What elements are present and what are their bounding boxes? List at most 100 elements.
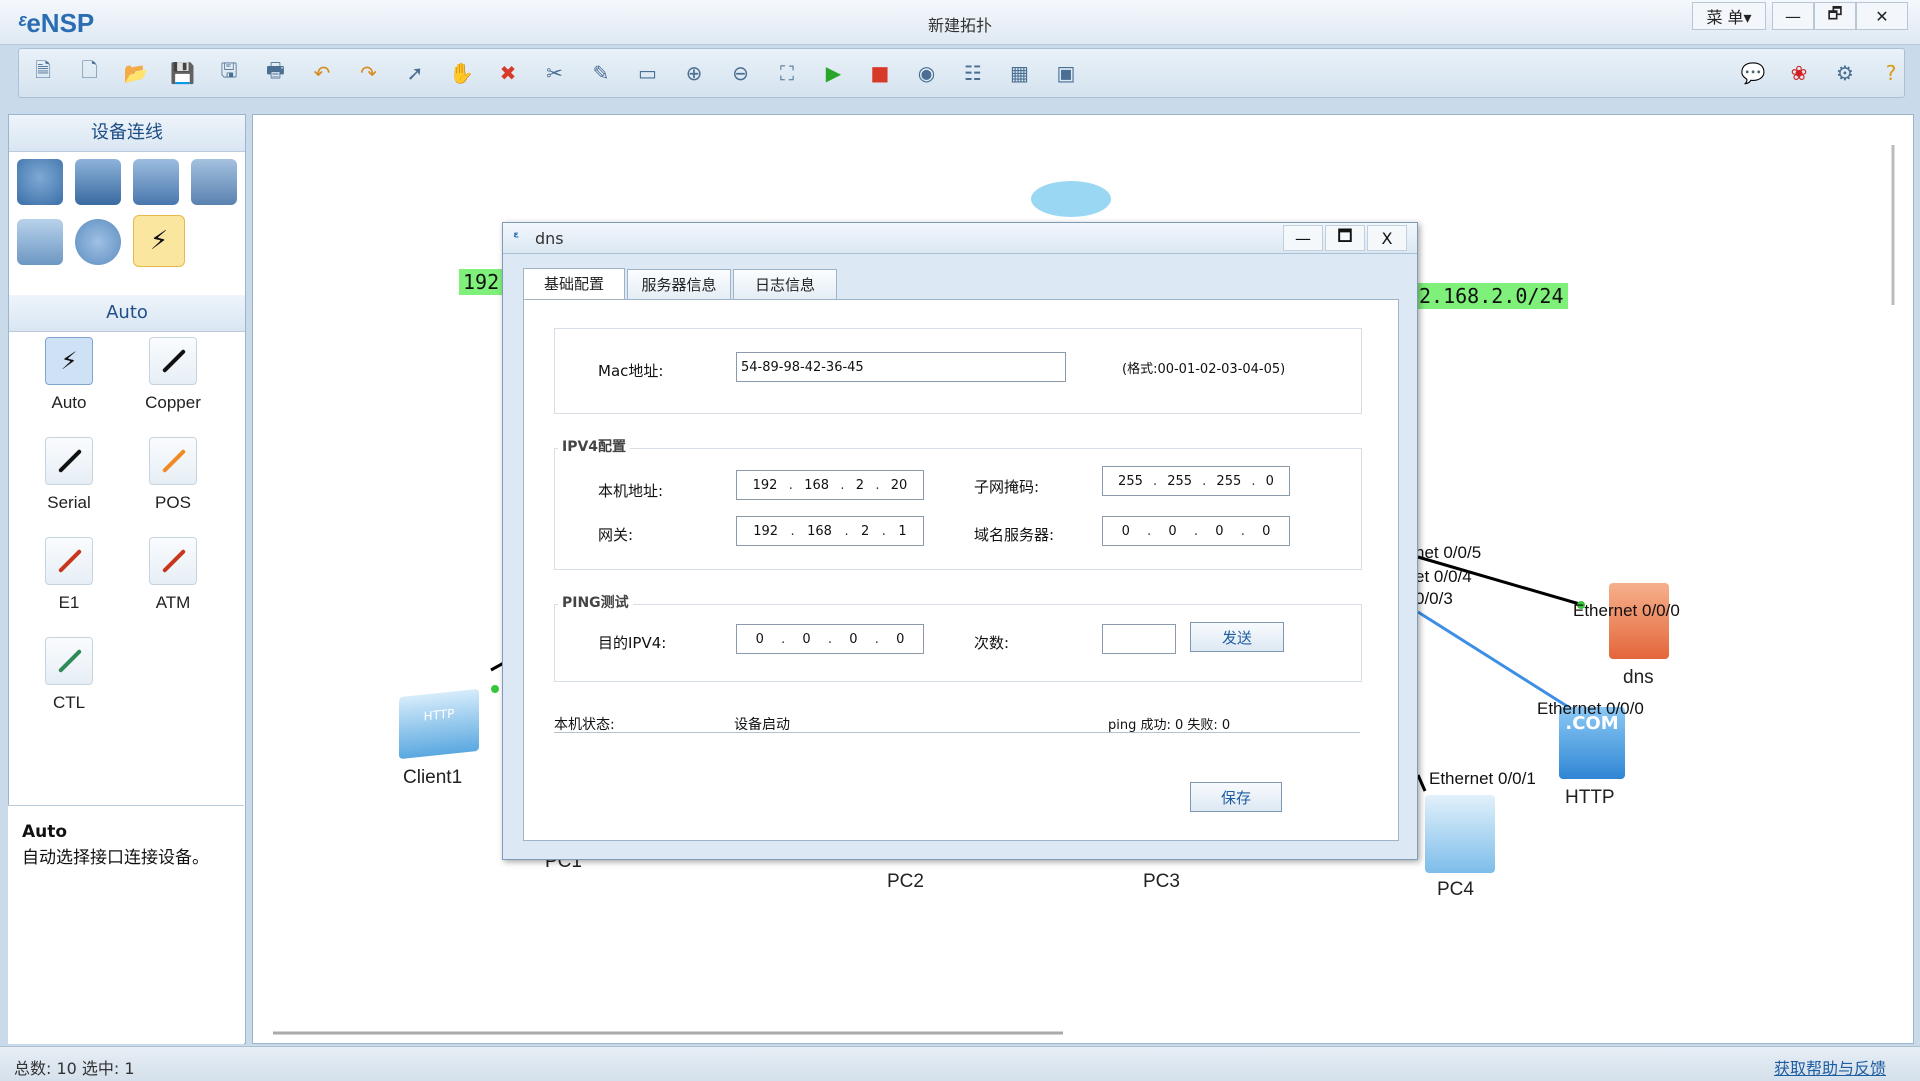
send-button[interactable]: 发送: [1190, 622, 1284, 652]
router-icon[interactable]: [17, 159, 63, 205]
node-label-client1: Client1: [403, 767, 463, 788]
mac-format-hint: (格式:00-01-02-03-04-05): [1122, 362, 1286, 377]
ctl-link-icon: [45, 637, 93, 685]
menu-button[interactable]: 菜 单▾: [1692, 2, 1766, 30]
port-label-http-e0: Ethernet 0/0/0: [1537, 699, 1644, 718]
delete-icon[interactable]: ✖: [494, 59, 522, 87]
count-label: 次数:: [974, 634, 1010, 652]
device-status-value: 设备启动: [734, 717, 790, 733]
pan-hand-icon[interactable]: ✋: [448, 59, 476, 87]
dst-octet: 0: [755, 631, 764, 647]
ping-count-field[interactable]: [1102, 624, 1176, 654]
stop-icon[interactable]: ■: [866, 59, 894, 87]
start-icon[interactable]: ▶: [820, 59, 848, 87]
tab-server-info[interactable]: 服务器信息: [627, 269, 731, 300]
help-icon[interactable]: ?: [1877, 59, 1905, 87]
status-bar: 总数: 10 选中: 1 获取帮助与反馈: [0, 1046, 1920, 1081]
dialog-maximize-button[interactable]: 🗖: [1325, 225, 1365, 251]
target-ipv4-field[interactable]: 0.0.0.0: [736, 624, 924, 654]
restore-button[interactable]: 🗗: [1814, 2, 1856, 30]
new-topology-icon[interactable]: 🗎: [29, 58, 57, 87]
tab-log-info[interactable]: 日志信息: [733, 269, 837, 300]
save-as-icon[interactable]: 🖫: [215, 58, 243, 87]
dialog-minimize-button[interactable]: —: [1283, 225, 1323, 251]
dns-server-icon[interactable]: [1609, 583, 1669, 659]
print-icon[interactable]: 🖶: [262, 58, 290, 87]
help-feedback-link[interactable]: 获取帮助与反馈: [1774, 1055, 1886, 1079]
port-label-sw-e4: et 0/0/4: [1415, 567, 1472, 586]
link-type-auto[interactable]: ⚡ Auto: [21, 337, 117, 433]
minimize-button[interactable]: —: [1772, 2, 1814, 30]
toolbar: 🗎 🗋 📂 💾 🖫 🖶 ↶ ↷ ➚ ✋ ✖ ✂ ✎ ▭ ⊕ ⊖ ⛶ ▶ ■ ◉ ☷ ▦ ▣ 💬 ❀ ⚙?: [18, 48, 1905, 98]
tip-title: Auto: [22, 822, 68, 842]
cloud-icon[interactable]: [75, 219, 121, 265]
table-icon[interactable]: ▦: [1006, 59, 1034, 87]
dns-octet: 0: [1168, 523, 1177, 539]
rectangle-icon[interactable]: ▭: [634, 59, 662, 87]
text-icon[interactable]: ✎: [587, 59, 615, 87]
link-type-serial[interactable]: Serial: [21, 437, 117, 533]
firewall-icon[interactable]: [191, 159, 237, 205]
gw-octet: 168: [807, 523, 832, 539]
redo-icon[interactable]: ↷: [355, 59, 383, 87]
local-ip-label: 本机地址:: [598, 482, 664, 500]
panel-title-auto: Auto: [9, 295, 245, 332]
zoom-out-icon[interactable]: ⊖: [727, 59, 755, 87]
chat-icon[interactable]: 💬: [1739, 59, 1767, 87]
mac-label: Mac地址:: [598, 362, 664, 380]
open-icon[interactable]: 📂: [122, 59, 150, 87]
link-type-label: E1: [58, 593, 80, 612]
link-type-label: ATM: [155, 593, 191, 612]
connection-icon[interactable]: ⚡: [133, 215, 185, 267]
pc-icon[interactable]: [17, 219, 63, 265]
save-icon[interactable]: 💾: [169, 59, 197, 87]
local-ip-field[interactable]: 192. 168. 2. 20: [736, 470, 924, 500]
wireless-icon[interactable]: [133, 159, 179, 205]
settings-icon[interactable]: ⚙: [1831, 59, 1859, 87]
dialog-title-bar: ᵋ dns — 🗖 X: [503, 223, 1417, 254]
panel-title-devices: 设备连线: [9, 115, 245, 152]
link-type-copper[interactable]: Copper: [125, 337, 221, 433]
topology-icon[interactable]: ☷: [959, 59, 987, 87]
client1-device-icon[interactable]: HTTP: [399, 688, 479, 760]
target-ipv4-label: 目的IPV4:: [598, 634, 667, 652]
e1-link-icon: [45, 537, 93, 585]
mask-octet: 255: [1118, 473, 1143, 489]
undo-icon[interactable]: ↶: [308, 59, 336, 87]
copper-link-icon: [149, 337, 197, 385]
zoom-in-icon[interactable]: ⊕: [680, 59, 708, 87]
node-label-dns: dns: [1623, 667, 1654, 688]
new-file-icon[interactable]: 🗋: [76, 58, 104, 87]
link-type-ctl[interactable]: CTL: [21, 637, 117, 733]
dialog-body: Mac地址: 54-89-98-42-36-45 (格式:00-01-02-03…: [523, 299, 1399, 841]
ip-octet: 192: [752, 477, 778, 493]
tab-basic-config[interactable]: 基础配置: [523, 268, 625, 301]
close-button[interactable]: ✕: [1856, 2, 1908, 30]
subnet-mask-field[interactable]: 255. 255. 255. 0: [1102, 466, 1290, 496]
terminal-icon[interactable]: ▣: [1052, 59, 1080, 87]
window-title: 新建拓扑: [927, 16, 992, 35]
dst-octet: 0: [849, 631, 858, 647]
save-button[interactable]: 保存: [1190, 782, 1282, 812]
link-type-pos[interactable]: POS: [125, 437, 221, 533]
dns-server-field[interactable]: 0.0.0.0: [1102, 516, 1290, 546]
dialog-close-button[interactable]: X: [1367, 225, 1407, 251]
fit-view-icon[interactable]: ⛶: [773, 59, 801, 87]
select-icon[interactable]: ➚: [401, 59, 429, 87]
link-type-atm[interactable]: ATM: [125, 537, 221, 633]
huawei-icon[interactable]: ❀: [1785, 59, 1813, 87]
capture-icon[interactable]: ◉: [913, 59, 941, 87]
gateway-field[interactable]: 192. 168. 2. 1: [736, 516, 924, 546]
link-type-label: POS: [155, 493, 191, 512]
dns-config-dialog: ᵋ dns — 🗖 X 基础配置 服务器信息 日志信息 Mac地址: 54-89…: [502, 222, 1418, 860]
tip-area: Auto 自动选择接口连接设备。: [8, 805, 244, 1044]
auto-link-icon: ⚡: [45, 337, 93, 385]
mac-address-field[interactable]: 54-89-98-42-36-45: [736, 352, 1066, 382]
dns-server-label: 域名服务器:: [974, 526, 1055, 544]
pc4-device-icon[interactable]: [1425, 795, 1495, 873]
delete-link-icon[interactable]: ✂: [541, 59, 569, 87]
gw-octet: 2: [861, 523, 870, 539]
mask-octet: 0: [1265, 473, 1274, 489]
link-type-e1[interactable]: E1: [21, 537, 117, 633]
switch-icon[interactable]: [75, 159, 121, 205]
